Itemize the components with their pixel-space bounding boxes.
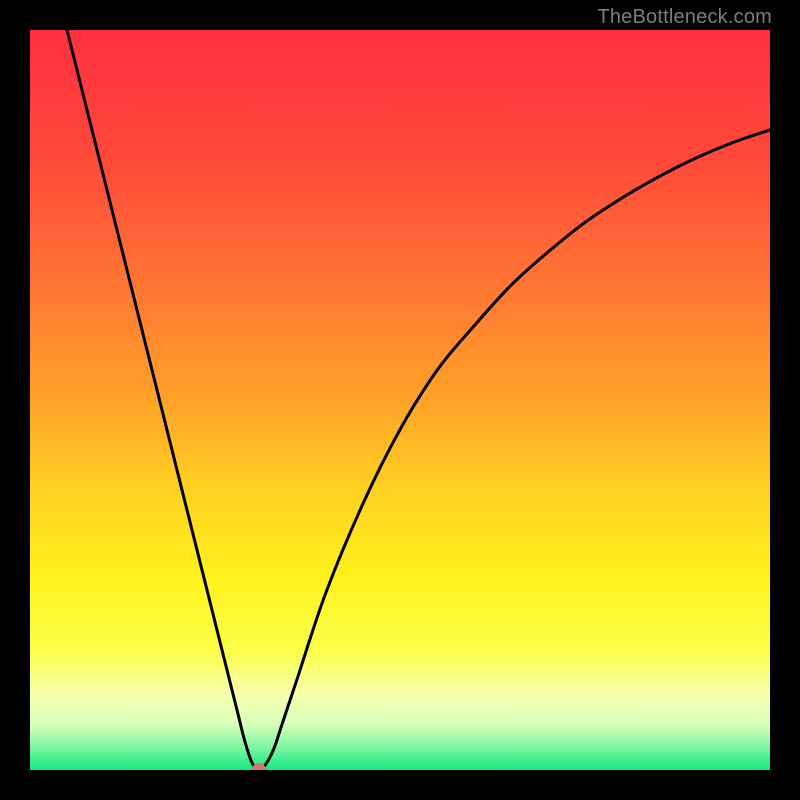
plot-area [30, 30, 770, 770]
watermark-text: TheBottleneck.com [597, 6, 772, 29]
optimal-point-marker [252, 763, 266, 770]
bottleneck-curve [30, 30, 770, 770]
chart-frame: TheBottleneck.com [0, 0, 800, 800]
